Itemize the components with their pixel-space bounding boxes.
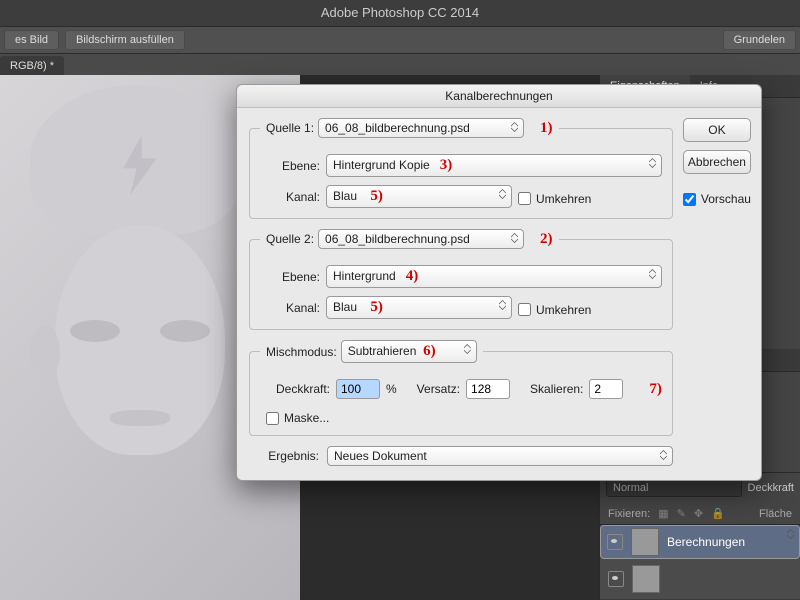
blend-mode-select[interactable]: Normal (606, 479, 742, 497)
lock-transparency-icon[interactable]: ▦ (658, 507, 668, 520)
annotation-5a: 5) (370, 188, 383, 204)
offset-input[interactable] (466, 379, 510, 399)
annotation-4: 4) (406, 268, 419, 284)
layer-name: Berechnungen (667, 535, 745, 549)
source1-file-select[interactable]: 06_08_bildberechnung.psd (318, 118, 524, 138)
annotation-3: 3) (440, 157, 453, 173)
source1-channel-select[interactable]: Blau 5) (326, 185, 512, 208)
offset-label: Versatz: (417, 382, 460, 396)
annotation-1: 1) (540, 120, 553, 137)
fill-screen-button[interactable]: Bildschirm ausfüllen (65, 30, 185, 50)
layers-lock-row: Fixieren: ▦ ✎ ✥ 🔒 Fläche (600, 503, 800, 525)
source1-layer-label: Ebene: (260, 159, 320, 173)
annotation-5b: 5) (370, 299, 383, 315)
blending-group: Mischmodus: Subtrahieren 6) Deckkraft: %… (249, 340, 673, 436)
preview-checkbox[interactable]: Vorschau (683, 192, 751, 206)
source2-invert-checkbox[interactable]: Umkehren (518, 303, 591, 317)
fit-image-button[interactable]: es Bild (4, 30, 59, 50)
source1-channel-label: Kanal: (260, 190, 320, 204)
layer-row-calculations[interactable]: Berechnungen (600, 525, 800, 559)
fill-label: Fläche (759, 508, 792, 520)
annotation-2: 2) (540, 231, 553, 248)
percent-label: % (386, 382, 397, 396)
layer-thumbnail (631, 528, 659, 556)
scale-label: Skalieren: (530, 382, 583, 396)
workspace-essentials-button[interactable]: Grundelen (723, 30, 796, 50)
lock-move-icon[interactable]: ✥ (694, 507, 703, 520)
app-window: Adobe Photoshop CC 2014 es Bild Bildschi… (0, 0, 800, 600)
opacity-input[interactable] (336, 379, 380, 399)
source2-group: Quelle 2: 06_08_bildberechnung.psd 2) Eb… (249, 229, 673, 330)
layer-thumbnail (632, 565, 660, 593)
lightning-icon (120, 135, 160, 195)
dialog-title: Kanalberechnungen (237, 85, 761, 108)
blend-mode-select[interactable]: Subtrahieren 6) (341, 340, 477, 363)
source1-layer-select[interactable]: Hintergrund Kopie 3) (326, 154, 662, 177)
source1-group: Quelle 1: 06_08_bildberechnung.psd 1) Eb… (249, 118, 673, 219)
source1-invert-checkbox[interactable]: Umkehren (518, 192, 591, 206)
document-tabs: RGB/8) * (0, 54, 800, 77)
opacity-label: Deckkraft (748, 482, 794, 494)
result-select[interactable]: Neues Dokument (327, 446, 673, 466)
visibility-icon[interactable] (608, 571, 624, 587)
visibility-icon[interactable] (607, 534, 623, 550)
document-tab[interactable]: RGB/8) * (0, 56, 64, 76)
source2-layer-label: Ebene: (260, 270, 320, 284)
options-bar: es Bild Bildschirm ausfüllen Grundelen (0, 27, 800, 54)
mask-checkbox[interactable]: Maske... (266, 411, 329, 425)
source2-file-select[interactable]: 06_08_bildberechnung.psd (318, 229, 524, 249)
source2-layer-select[interactable]: Hintergrund 4) (326, 265, 662, 288)
annotation-6: 6) (423, 343, 436, 359)
lock-label: Fixieren: (608, 508, 650, 520)
source2-legend: Quelle 2: (266, 232, 314, 246)
blending-legend: Mischmodus: (266, 345, 337, 359)
source2-channel-label: Kanal: (260, 301, 320, 315)
lock-brush-icon[interactable]: ✎ (677, 507, 686, 520)
source1-legend: Quelle 1: (266, 121, 314, 135)
result-label: Ergebnis: (249, 449, 319, 463)
scale-input[interactable] (589, 379, 623, 399)
source2-channel-select[interactable]: Blau 5) (326, 296, 512, 319)
lock-all-icon[interactable]: 🔒 (711, 507, 725, 520)
ok-button[interactable]: OK (683, 118, 751, 142)
opacity-label: Deckkraft: (260, 382, 330, 396)
calculations-dialog: Kanalberechnungen Quelle 1: 06_08_bildbe… (236, 84, 762, 481)
annotation-7: 7) (649, 381, 662, 398)
app-titlebar: Adobe Photoshop CC 2014 (0, 0, 800, 27)
layer-row[interactable] (600, 559, 800, 600)
cancel-button[interactable]: Abbrechen (683, 150, 751, 174)
